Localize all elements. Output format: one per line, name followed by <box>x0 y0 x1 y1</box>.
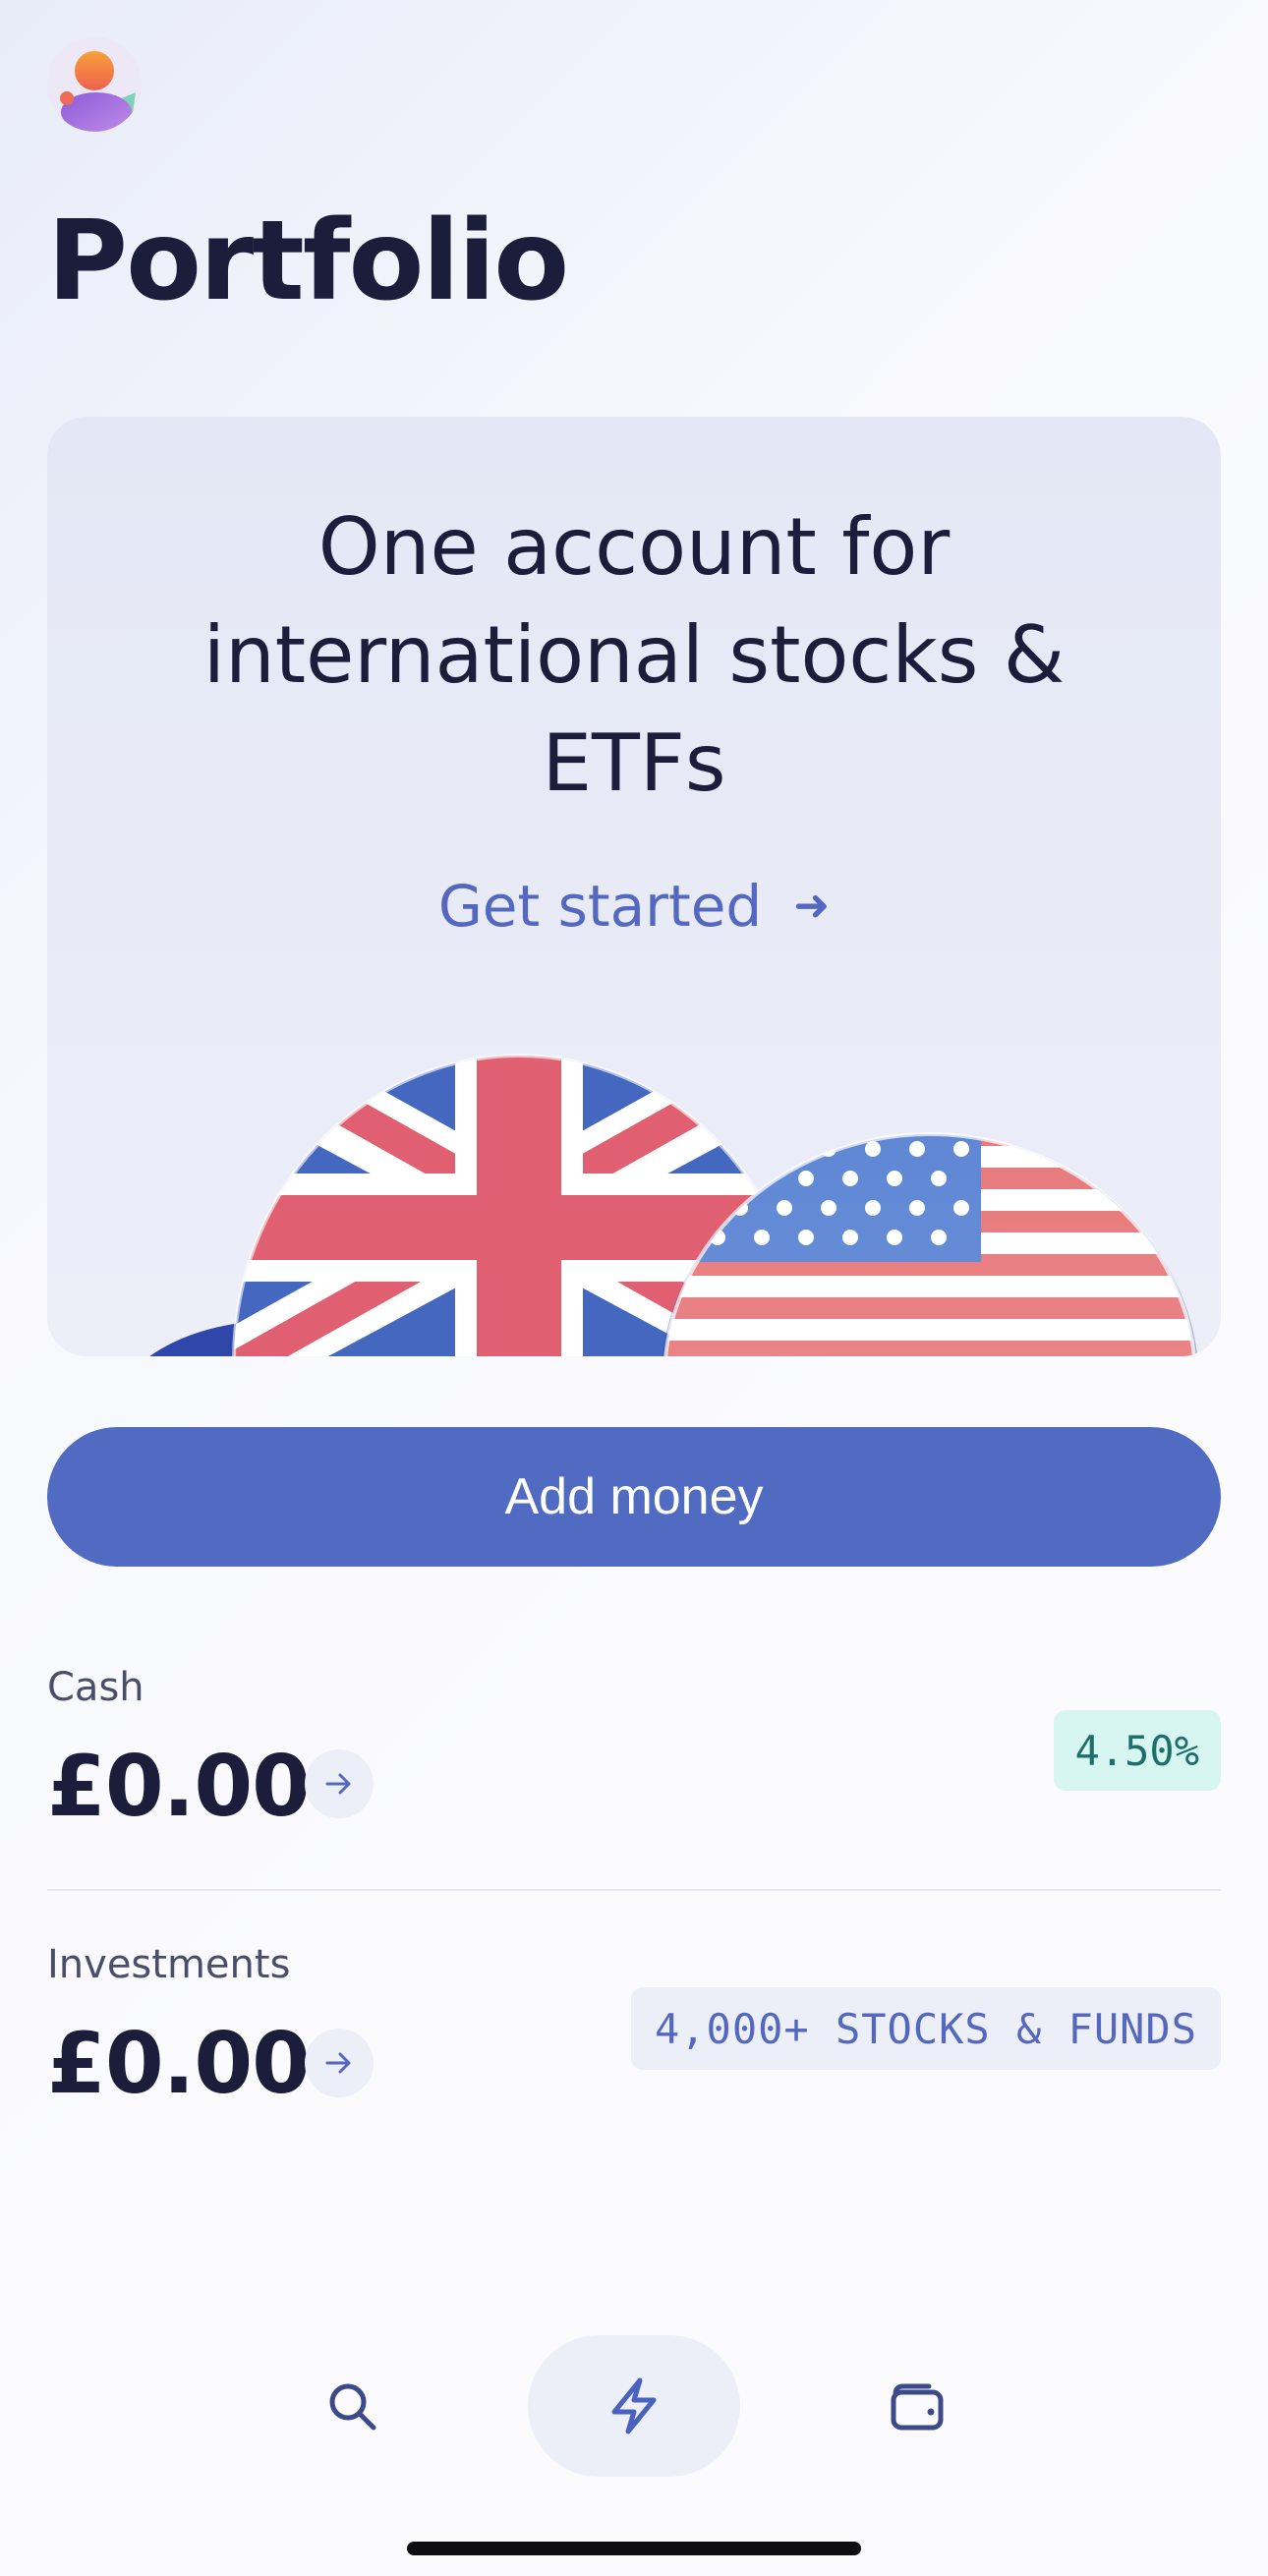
lightning-icon <box>611 2377 657 2434</box>
promo-headline: One account for international stocks & E… <box>47 493 1221 818</box>
home-indicator <box>407 2542 861 2555</box>
nav-wallet[interactable] <box>811 2335 1023 2477</box>
interest-rate-badge: 4.50% <box>1053 1710 1221 1791</box>
bottom-nav <box>0 2335 1268 2477</box>
avatar[interactable] <box>47 37 142 132</box>
cash-amount[interactable]: £0.00 <box>47 1738 311 1836</box>
nav-home[interactable] <box>528 2335 740 2477</box>
get-started-link[interactable]: Get started ➜ <box>47 873 1221 940</box>
nav-search[interactable] <box>246 2335 458 2477</box>
investments-label: Investments <box>47 1942 291 1987</box>
arrow-right-icon <box>325 1773 351 1795</box>
arrow-right-icon: ➜ <box>793 881 831 931</box>
promo-headline-line: One account for <box>317 501 951 593</box>
arrow-right-icon <box>325 2052 351 2074</box>
add-money-button[interactable]: Add money <box>47 1427 1221 1567</box>
avatar-illustration <box>47 37 142 132</box>
stocks-funds-badge: 4,000+ STOCKS & FUNDS <box>630 1987 1221 2070</box>
promo-headline-line: ETFs <box>542 717 726 809</box>
cash-label: Cash <box>47 1665 144 1710</box>
investments-amount[interactable]: £0.00 <box>47 2015 311 2113</box>
page-title: Portfolio <box>47 198 569 325</box>
cash-arrow-button[interactable] <box>305 1749 374 1818</box>
search-icon <box>329 2383 376 2431</box>
promo-headline-line: international stocks & <box>202 609 1066 701</box>
promo-card[interactable]: One account for international stocks & E… <box>47 417 1221 1356</box>
get-started-label: Get started <box>437 873 763 940</box>
wallet-icon <box>891 2383 944 2431</box>
divider <box>47 1889 1221 1891</box>
investments-arrow-button[interactable] <box>305 2029 374 2097</box>
